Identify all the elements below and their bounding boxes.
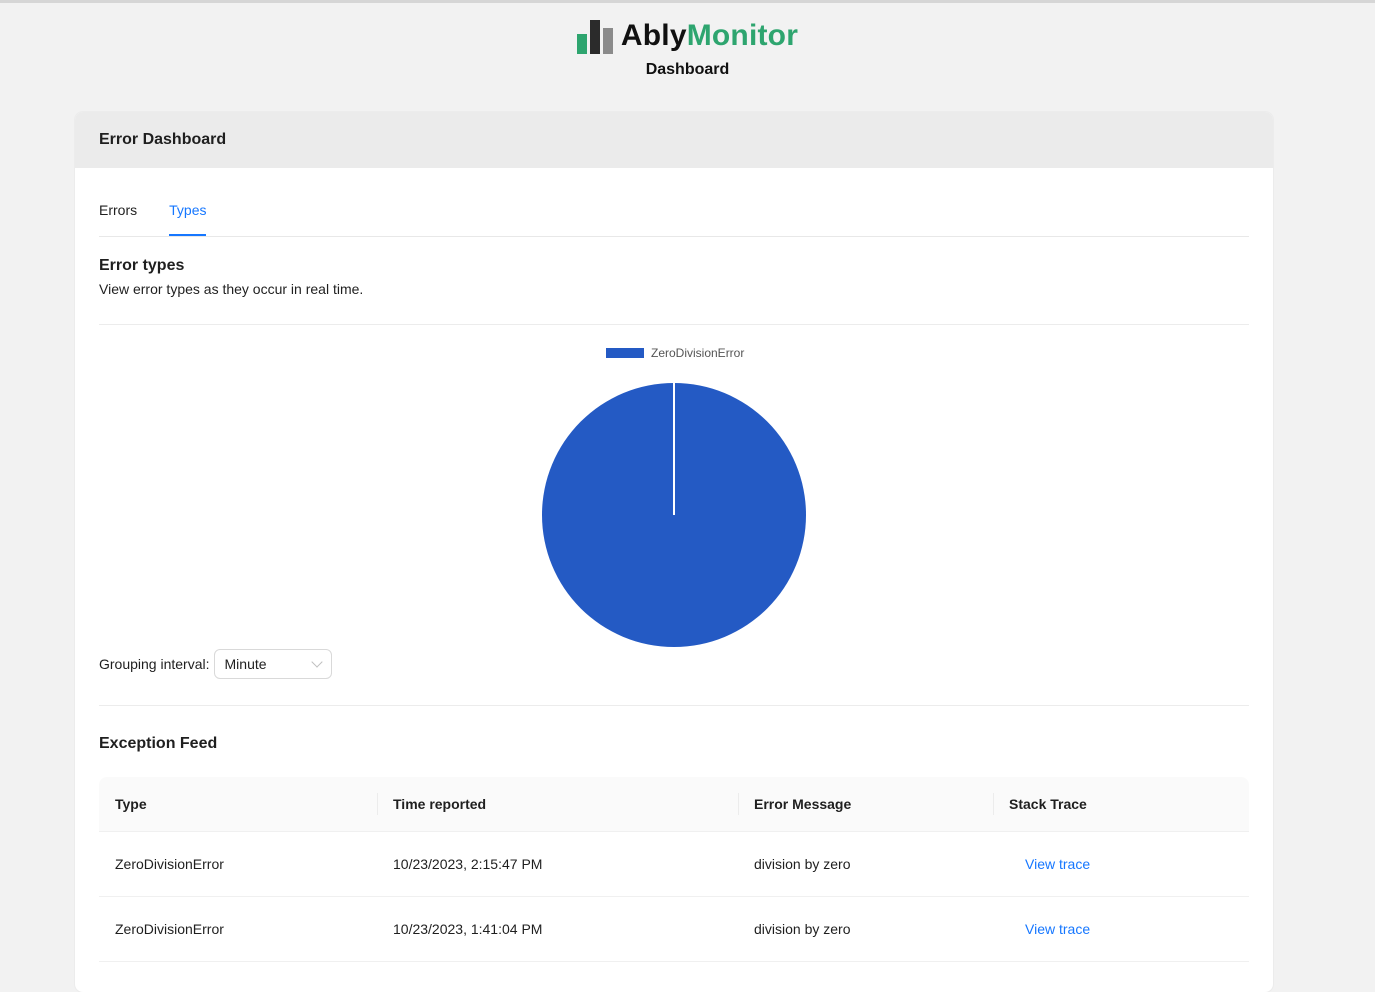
section-title: Error types — [99, 257, 185, 274]
section-description: View error types as they occur in real t… — [99, 281, 364, 297]
brand-subtitle: Dashboard — [645, 61, 730, 78]
tab-errors[interactable]: Errors — [99, 202, 137, 236]
brand-name-part2: Monitor — [686, 19, 799, 52]
view-trace-link[interactable]: View trace — [1009, 921, 1090, 937]
grouping-label: Grouping interval: — [99, 656, 210, 672]
column-header-time: Time reported — [377, 777, 738, 832]
column-header-type: Type — [99, 777, 377, 832]
top-border — [0, 0, 1375, 3]
chevron-down-icon — [310, 656, 323, 668]
view-trace-link[interactable]: View trace — [1009, 856, 1090, 872]
cell-type: ZeroDivisionError — [99, 831, 377, 897]
exception-feed-title: Exception Feed — [99, 735, 218, 752]
cell-message: division by zero — [738, 896, 993, 962]
chart-area: ZeroDivisionError Grouping interval: Min… — [99, 325, 1249, 705]
grouping-selected-value: Minute — [224, 656, 267, 672]
grouping-interval-select[interactable]: Minute — [213, 649, 332, 679]
brand-name: AblyMonitor — [621, 19, 798, 53]
table-row: ZeroDivisionError 10/23/2023, 2:15:47 PM… — [99, 831, 1249, 897]
cell-type: ZeroDivisionError — [99, 896, 377, 962]
brand-header: AblyMonitor Dashboard — [0, 18, 1375, 79]
exception-table: Type Time reported Error Message Stack T… — [99, 777, 1249, 962]
bar-chart-logo-icon — [576, 18, 613, 54]
table-header-row: Type Time reported Error Message Stack T… — [99, 777, 1249, 832]
tab-types[interactable]: Types — [169, 202, 207, 236]
column-header-stack-trace: Stack Trace — [993, 777, 1249, 832]
cell-time: 10/23/2023, 2:15:47 PM — [377, 831, 738, 897]
error-dashboard-card: Error Dashboard Errors Types Error types… — [75, 112, 1273, 992]
column-header-message: Error Message — [738, 777, 993, 832]
card-title: Error Dashboard — [75, 112, 1273, 168]
legend-swatch[interactable] — [606, 348, 644, 358]
pie-chart: ZeroDivisionError — [542, 346, 806, 647]
grouping-control: Grouping interval: Minute — [99, 649, 332, 679]
cell-time: 10/23/2023, 1:41:04 PM — [377, 896, 738, 962]
brand-name-part1: Ably — [620, 19, 687, 52]
divider — [99, 705, 1249, 706]
legend-label: ZeroDivisionError — [651, 346, 744, 360]
cell-message: division by zero — [738, 831, 993, 897]
logo: AblyMonitor — [576, 18, 798, 54]
table-row: ZeroDivisionError 10/23/2023, 1:41:04 PM… — [99, 896, 1249, 962]
tab-bar: Errors Types — [99, 168, 1249, 237]
